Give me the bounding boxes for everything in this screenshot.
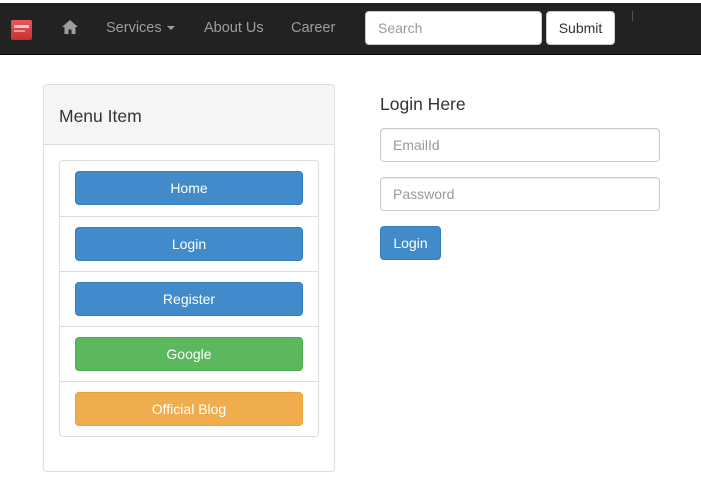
- chevron-down-icon: [166, 26, 175, 31]
- list-item: Google: [60, 326, 318, 381]
- list-item: Login: [60, 216, 318, 271]
- menu-panel-heading: Menu Item: [44, 85, 334, 145]
- home-icon-glyph: [62, 20, 78, 34]
- navbar: Services About Us Career Submit: [0, 3, 701, 55]
- menu-google-button[interactable]: Google: [75, 337, 303, 371]
- menu-list: Home Login Register Google Official Blog: [59, 160, 319, 437]
- menu-panel: Menu Item Home Login Register Google Off…: [43, 84, 335, 472]
- home-icon[interactable]: [60, 17, 80, 37]
- nav-about-link[interactable]: About Us: [204, 18, 264, 38]
- nav-services-dropdown[interactable]: Services: [106, 18, 175, 38]
- login-button[interactable]: Login: [380, 226, 441, 260]
- login-title: Login Here: [380, 94, 466, 114]
- list-item: Official Blog: [60, 381, 318, 436]
- brand-logo[interactable]: [11, 20, 32, 40]
- menu-home-button[interactable]: Home: [75, 171, 303, 205]
- menu-official-blog-button[interactable]: Official Blog: [75, 392, 303, 426]
- search-input[interactable]: [365, 11, 542, 45]
- password-field[interactable]: [380, 177, 660, 211]
- search-submit-button[interactable]: Submit: [546, 11, 615, 45]
- nav-career-link[interactable]: Career: [291, 18, 335, 38]
- menu-panel-title: Menu Item: [59, 106, 142, 126]
- email-field[interactable]: [380, 128, 660, 162]
- list-item: Register: [60, 271, 318, 326]
- menu-login-button[interactable]: Login: [75, 227, 303, 261]
- navbar-divider: [632, 11, 633, 21]
- menu-register-button[interactable]: Register: [75, 282, 303, 316]
- list-item: Home: [60, 161, 318, 216]
- nav-services-label: Services: [106, 20, 162, 36]
